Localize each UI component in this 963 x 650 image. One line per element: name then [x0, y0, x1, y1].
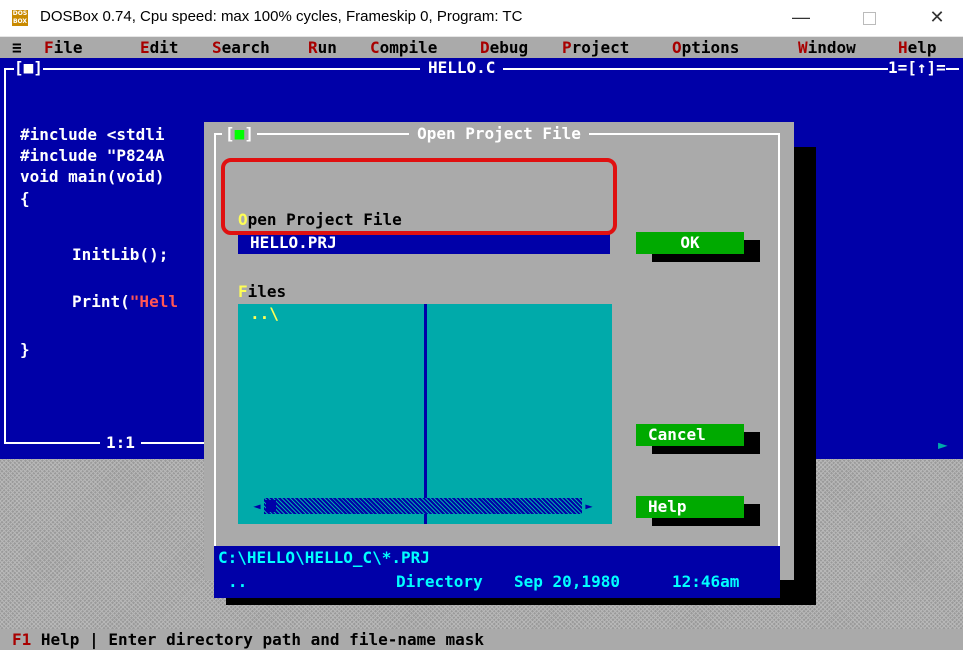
scroll-thumb[interactable] [266, 500, 276, 512]
status-bar: F1 Help | Enter directory path and file-… [0, 629, 963, 650]
code-line: #include "P824A [20, 146, 165, 165]
files-column-divider [424, 304, 427, 524]
window-title: DOSBox 0.74, Cpu speed: max 100% cycles,… [40, 8, 523, 25]
vertical-scroll-arrow-icon[interactable]: ► [938, 435, 958, 454]
status-message: Enter directory path and file-name mask [108, 630, 485, 649]
status-help-label: Help [40, 630, 80, 649]
status-help-key[interactable]: F1 [12, 630, 31, 649]
file-info-panel: C:\HELLO\HELLO_C\*.PRJ .. Directory Sep … [214, 546, 780, 598]
file-info-time: 12:46am [672, 572, 740, 591]
file-info-type: Directory [396, 572, 483, 591]
menu-edit[interactable]: Edit [140, 37, 179, 58]
file-info-date: Sep 20,1980 [514, 572, 620, 591]
dosbox-app-icon: DOS BOX [12, 10, 28, 26]
maximize-button[interactable] [846, 0, 892, 36]
code-line: Print("Hell [72, 292, 178, 311]
dialog-title: Open Project File [204, 124, 794, 143]
files-list[interactable]: ..\ ◄ ► [238, 304, 612, 524]
file-path-mask: C:\HELLO\HELLO_C\*.PRJ [218, 548, 430, 567]
menu-bar: ≡ File Edit Search Run Compile Debug Pro… [0, 37, 963, 58]
code-line: { [20, 189, 30, 208]
scroll-right-icon[interactable]: ► [582, 498, 596, 514]
menu-window[interactable]: Window [798, 37, 856, 58]
cancel-button[interactable]: Cancel [636, 424, 744, 446]
minimize-button[interactable]: — [778, 0, 824, 36]
help-button[interactable]: Help [636, 496, 744, 518]
status-separator: | [89, 630, 99, 649]
file-info-name: .. [228, 572, 248, 591]
code-line: #include <stdli [20, 125, 165, 144]
window-titlebar: DOS BOX DOSBox 0.74, Cpu speed: max 100% … [0, 0, 963, 37]
menu-help[interactable]: Help [898, 37, 937, 58]
code-line: } [20, 340, 30, 359]
dos-screen: ≡ File Edit Search Run Compile Debug Pro… [0, 37, 963, 650]
editor-window-number[interactable]: 1=[↑]= [888, 58, 946, 77]
project-file-input[interactable] [238, 232, 610, 254]
cursor-position: 1:1 [100, 433, 141, 452]
system-menu[interactable]: ≡ [12, 37, 22, 58]
file-list-item[interactable]: ..\ [250, 304, 279, 323]
menu-run[interactable]: Run [308, 37, 337, 58]
menu-options[interactable]: Options [672, 37, 739, 58]
menu-search[interactable]: Search [212, 37, 270, 58]
code-line: InitLib(); [72, 245, 169, 264]
menu-project[interactable]: Project [562, 37, 629, 58]
files-label: Files [238, 282, 287, 301]
files-horizontal-scrollbar[interactable]: ◄ ► [250, 498, 596, 514]
menu-file[interactable]: File [44, 37, 83, 58]
scroll-left-icon[interactable]: ◄ [250, 498, 264, 514]
editor-title: HELLO.C [420, 58, 504, 77]
editor-frame-left [4, 68, 6, 444]
code-line: void main(void) [20, 167, 165, 186]
menu-debug[interactable]: Debug [480, 37, 528, 58]
ok-button[interactable]: OK [636, 232, 744, 254]
editor-close-marker[interactable]: [■] [14, 58, 43, 77]
highlight-annotation [221, 158, 617, 235]
menu-compile[interactable]: Compile [370, 37, 437, 58]
maximize-icon [862, 12, 876, 25]
close-button[interactable]: ✕ [914, 0, 960, 36]
